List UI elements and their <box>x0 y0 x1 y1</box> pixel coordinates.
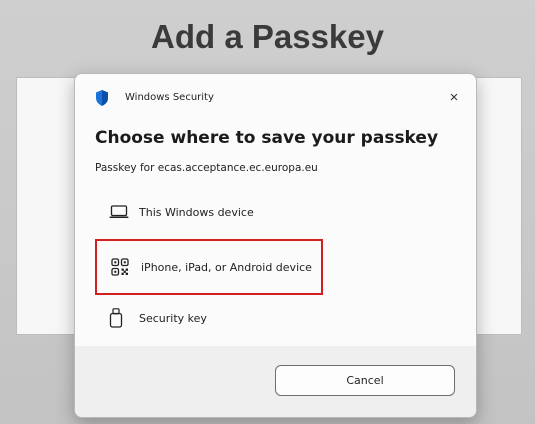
option-security-key[interactable]: Security key <box>95 296 321 340</box>
close-button[interactable]: × <box>440 84 468 110</box>
option-label: iPhone, iPad, or Android device <box>141 260 312 274</box>
option-label: This Windows device <box>139 205 254 219</box>
close-icon: × <box>449 88 459 106</box>
dialog-heading: Choose where to save your passkey <box>95 128 439 148</box>
dialog-title: Windows Security <box>125 92 214 103</box>
usb-key-icon <box>109 308 137 328</box>
dialog-titlebar: Windows Security × <box>75 74 476 120</box>
cancel-button[interactable]: Cancel <box>275 365 455 396</box>
shield-icon <box>95 90 109 106</box>
dialog-footer: Cancel <box>75 346 476 417</box>
option-label: Security key <box>139 311 207 325</box>
option-this-windows-device[interactable]: This Windows device <box>95 190 321 234</box>
page-title: Add a Passkey <box>151 18 384 55</box>
passkey-site-text: Passkey for ecas.acceptance.ec.europa.eu <box>95 162 318 174</box>
option-phone-device[interactable]: iPhone, iPad, or Android device <box>95 239 323 295</box>
qr-code-icon <box>111 258 139 276</box>
windows-security-dialog: Windows Security × Choose where to save … <box>74 73 477 418</box>
laptop-icon <box>109 205 137 219</box>
